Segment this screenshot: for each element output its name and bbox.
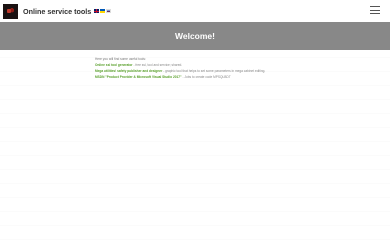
hamburger-icon[interactable] — [370, 6, 380, 14]
tool-link-item: MSDN "Product Provider & Microsoft Visua… — [95, 74, 315, 80]
tool-link[interactable]: Online ssl tool generator — [95, 63, 133, 67]
hamburger-bar — [370, 6, 380, 7]
hero-title: Welcome! — [175, 31, 215, 41]
hamburger-bar — [370, 13, 380, 14]
tool-link[interactable]: Mega utilities! safety publisher and des… — [95, 69, 162, 73]
ua-flag-icon[interactable] — [100, 9, 106, 13]
brand-title[interactable]: Online service tools — [23, 7, 91, 16]
tool-description: - free ssl, tool and service; shared. — [132, 63, 183, 67]
hero-banner: Welcome! — [0, 22, 390, 50]
uk-flag-icon[interactable] — [94, 9, 100, 13]
hamburger-bar — [370, 9, 380, 11]
tool-description: - graphic tool that helps to set some pa… — [162, 69, 266, 73]
ru-flag-icon[interactable] — [106, 9, 112, 13]
language-switcher — [94, 9, 112, 13]
main-content: Here you will find some useful tools: On… — [95, 56, 315, 80]
tool-description: - Jobs to create code MPSQLBDT — [181, 75, 231, 79]
navbar: Online service tools — [0, 0, 390, 22]
site-logo[interactable] — [3, 3, 18, 19]
tool-link[interactable]: MSDN "Product Provider & Microsoft Visua… — [95, 75, 182, 79]
